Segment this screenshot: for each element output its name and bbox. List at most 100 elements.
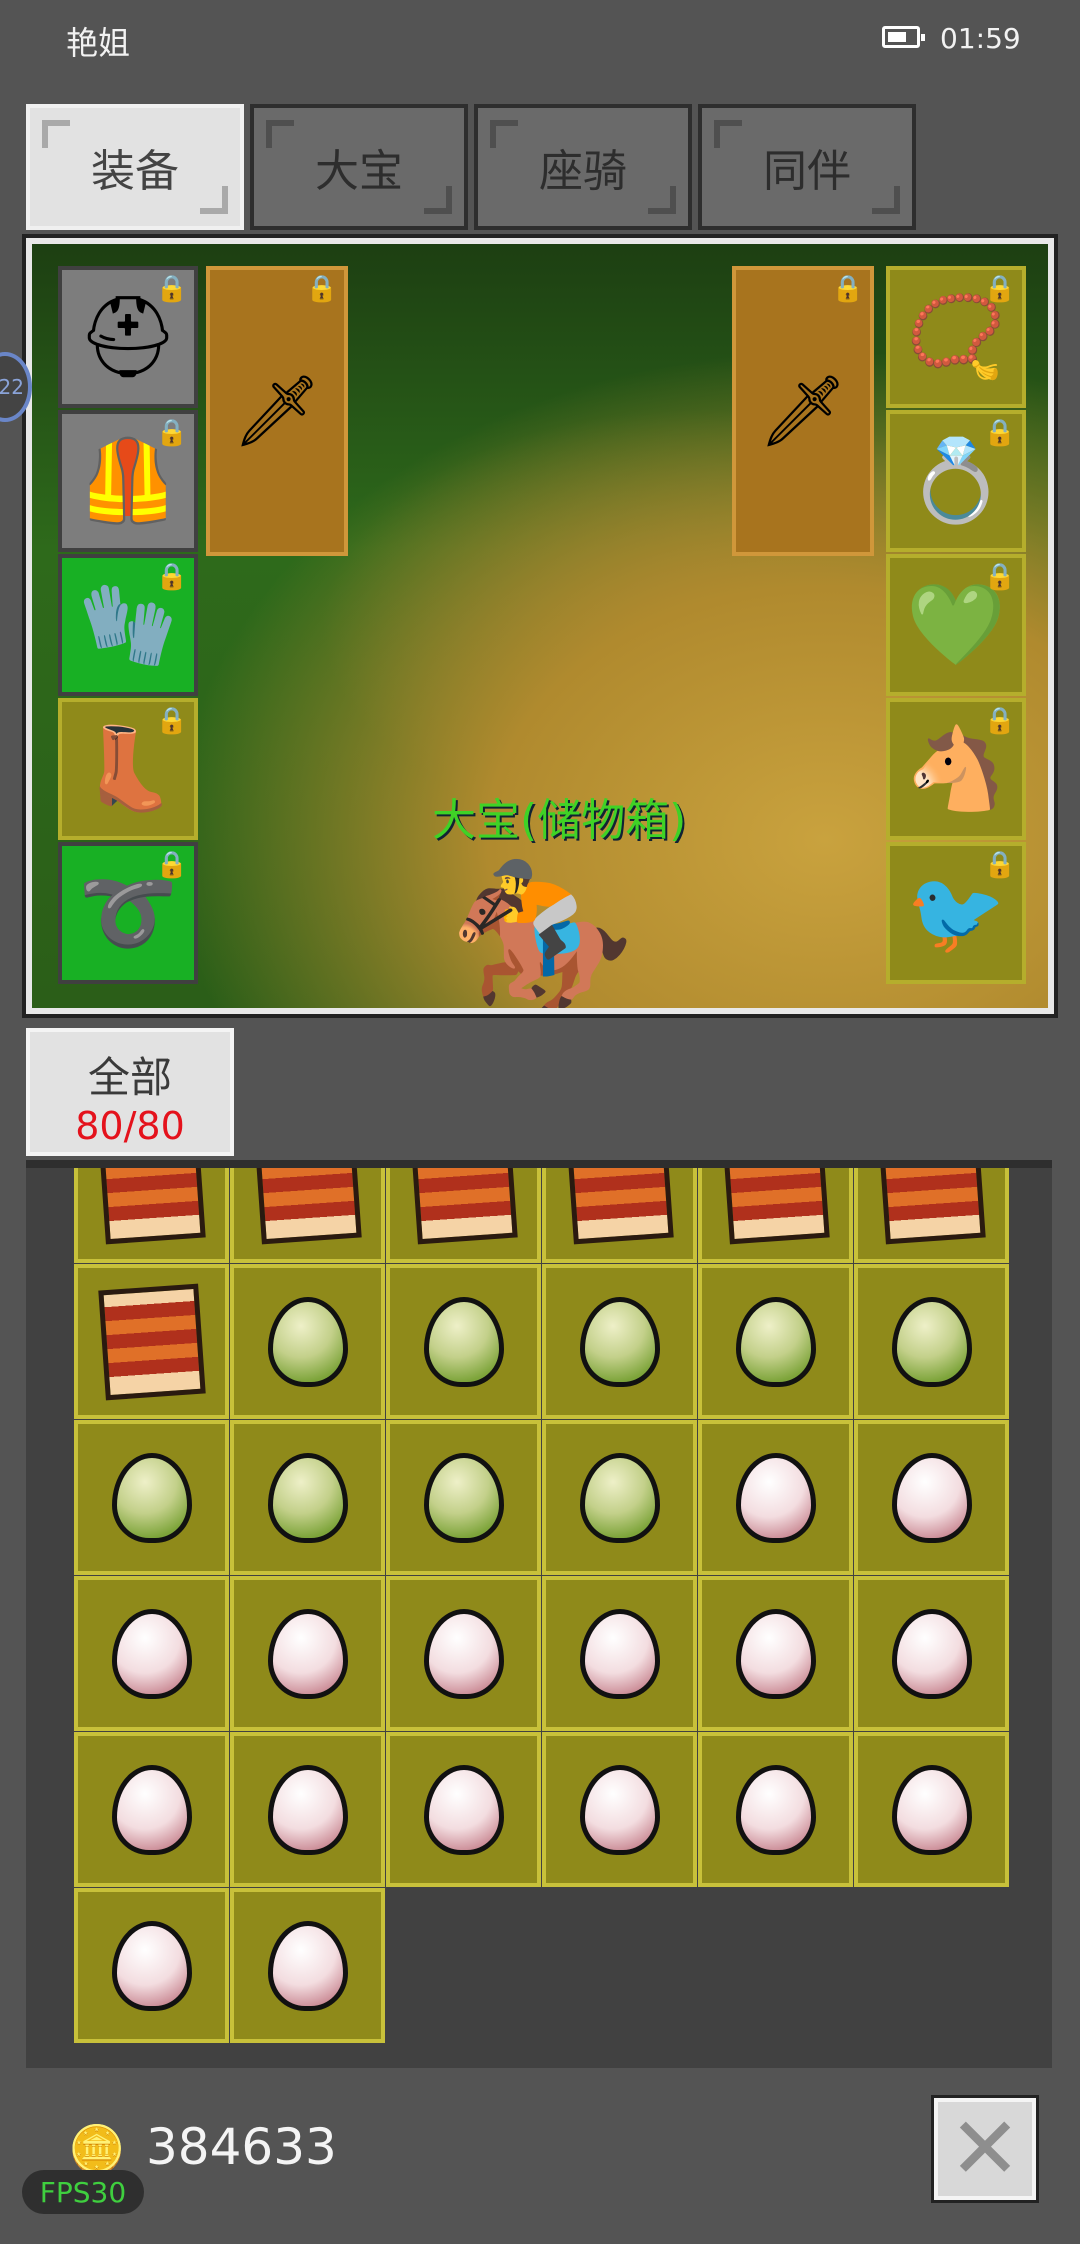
pink-egg-icon <box>111 1608 192 1699</box>
fps-badge: FPS30 <box>22 2170 144 2214</box>
lock-icon: 🔒 <box>983 274 1016 304</box>
inventory-slot[interactable] <box>854 1420 1009 1575</box>
pink-egg-icon <box>267 1608 348 1699</box>
inventory-slot[interactable] <box>854 1576 1009 1731</box>
mount-slot[interactable]: 🐴 🔒 <box>886 698 1026 840</box>
tab-label: 座骑 <box>539 146 627 197</box>
status-bar-time: 01:59 <box>940 22 1021 55</box>
inventory-slot[interactable] <box>230 1420 385 1575</box>
inventory-slot[interactable] <box>230 1264 385 1419</box>
lock-icon: 🔒 <box>983 562 1016 592</box>
pet-slot[interactable]: 🐦 🔒 <box>886 842 1026 984</box>
inventory-slot[interactable] <box>698 1264 853 1419</box>
green-egg-icon <box>423 1296 504 1387</box>
inventory-slot[interactable] <box>542 1420 697 1575</box>
bracer-icon: 🧤 <box>78 578 178 671</box>
green-egg-icon <box>579 1452 660 1543</box>
inventory-slot[interactable] <box>854 1264 1009 1419</box>
inventory-slot[interactable] <box>386 1420 541 1575</box>
lock-icon: 🔒 <box>305 274 338 304</box>
inventory-grid[interactable] <box>26 1160 1052 2068</box>
emerald-ring-icon: 💚 <box>906 578 1006 671</box>
tab-dabao[interactable]: 大宝 <box>250 104 468 230</box>
close-button[interactable]: ✕ <box>931 2095 1039 2203</box>
pink-egg-icon <box>579 1608 660 1699</box>
pink-egg-icon <box>111 1764 192 1855</box>
ruby-ring-icon: 💍 <box>906 434 1006 527</box>
ring-slot-2[interactable]: 💚 🔒 <box>886 554 1026 696</box>
inventory-slot[interactable] <box>542 1264 697 1419</box>
green-egg-icon <box>579 1296 660 1387</box>
amulet-slot[interactable]: 📿 🔒 <box>886 266 1026 408</box>
character-name: 大宝(储物箱) <box>432 795 687 846</box>
inventory-slot[interactable] <box>386 1264 541 1419</box>
inventory-slot[interactable] <box>854 1732 1009 1887</box>
inventory-slot[interactable] <box>542 1168 697 1263</box>
tab-mount[interactable]: 座骑 <box>474 104 692 230</box>
inventory-slot[interactable] <box>230 1732 385 1887</box>
green-egg-icon <box>267 1452 348 1543</box>
sword-icon: 🗡 <box>758 369 848 452</box>
inventory-slot[interactable] <box>386 1168 541 1263</box>
tab-label: 同伴 <box>763 146 851 197</box>
amulet-icon: 📿 <box>906 290 1006 383</box>
pink-egg-icon <box>891 1608 972 1699</box>
ring-slot-1[interactable]: 💍 🔒 <box>886 410 1026 552</box>
inventory-slot[interactable] <box>74 1420 229 1575</box>
tab-equipment[interactable]: 装备 <box>26 104 244 230</box>
pink-egg-icon <box>579 1764 660 1855</box>
helmet-icon: ⛑ <box>77 290 179 383</box>
inventory-slot[interactable] <box>542 1732 697 1887</box>
inventory-slot[interactable] <box>74 1576 229 1731</box>
inventory-slot[interactable] <box>230 1576 385 1731</box>
pink-egg-icon <box>111 1920 192 2011</box>
green-egg-icon <box>423 1452 504 1543</box>
lock-icon: 🔒 <box>155 418 188 448</box>
inventory-slot[interactable] <box>386 1576 541 1731</box>
inventory-slot[interactable] <box>230 1168 385 1263</box>
inventory-slot[interactable] <box>74 1168 229 1263</box>
inventory-slot[interactable] <box>542 1576 697 1731</box>
green-egg-icon <box>267 1296 348 1387</box>
gold-amount: 384633 <box>146 2118 337 2176</box>
inventory-slot[interactable] <box>698 1168 853 1263</box>
side-bubble-text: 22 <box>0 375 24 399</box>
status-bar-title: 艳姐 <box>66 24 131 62</box>
scroll-icon <box>721 1168 830 1244</box>
inventory-slot[interactable] <box>698 1576 853 1731</box>
lock-icon: 🔒 <box>983 418 1016 448</box>
helmet-slot[interactable]: ⛑ 🔒 <box>58 266 198 408</box>
boots-slot[interactable]: 👢 🔒 <box>58 698 198 840</box>
inventory-slot[interactable] <box>698 1732 853 1887</box>
filter-button[interactable]: 全部 80/80 <box>26 1028 234 1156</box>
inventory-slot[interactable] <box>698 1420 853 1575</box>
armor-slot[interactable]: 🦺 🔒 <box>58 410 198 552</box>
inventory-slot[interactable] <box>74 1732 229 1887</box>
pink-egg-icon <box>267 1920 348 2011</box>
inventory-slot[interactable] <box>230 1888 385 2043</box>
tab-label: 大宝 <box>315 146 403 197</box>
scroll-icon <box>565 1168 674 1244</box>
bird-icon: 🐦 <box>906 866 1006 959</box>
inventory-slot[interactable] <box>386 1732 541 1887</box>
inventory-slot[interactable] <box>854 1168 1009 1263</box>
filter-label: 全部 <box>87 1053 172 1102</box>
scroll-icon <box>97 1168 206 1244</box>
mount-icon: 🐴 <box>906 722 1006 815</box>
close-icon: ✕ <box>948 2099 1022 2199</box>
inventory-slot[interactable] <box>74 1888 229 2043</box>
scroll-icon <box>877 1168 986 1244</box>
inventory-count: 80/80 <box>75 1104 185 1148</box>
gold-coins-icon: 🪙 <box>68 2122 126 2176</box>
tab-label: 装备 <box>91 146 179 197</box>
inventory-slot[interactable] <box>74 1264 229 1419</box>
belt-slot[interactable]: ➰ 🔒 <box>58 842 198 984</box>
pink-egg-icon <box>891 1764 972 1855</box>
pink-egg-icon <box>423 1608 504 1699</box>
main-weapon-slot[interactable]: 🗡 🔒 <box>206 266 348 556</box>
off-weapon-slot[interactable]: 🗡 🔒 <box>732 266 874 556</box>
sword-icon: 🗡 <box>232 369 322 452</box>
tab-companion[interactable]: 同伴 <box>698 104 916 230</box>
bracer-slot[interactable]: 🧤 🔒 <box>58 554 198 696</box>
scroll-icon <box>97 1283 206 1400</box>
